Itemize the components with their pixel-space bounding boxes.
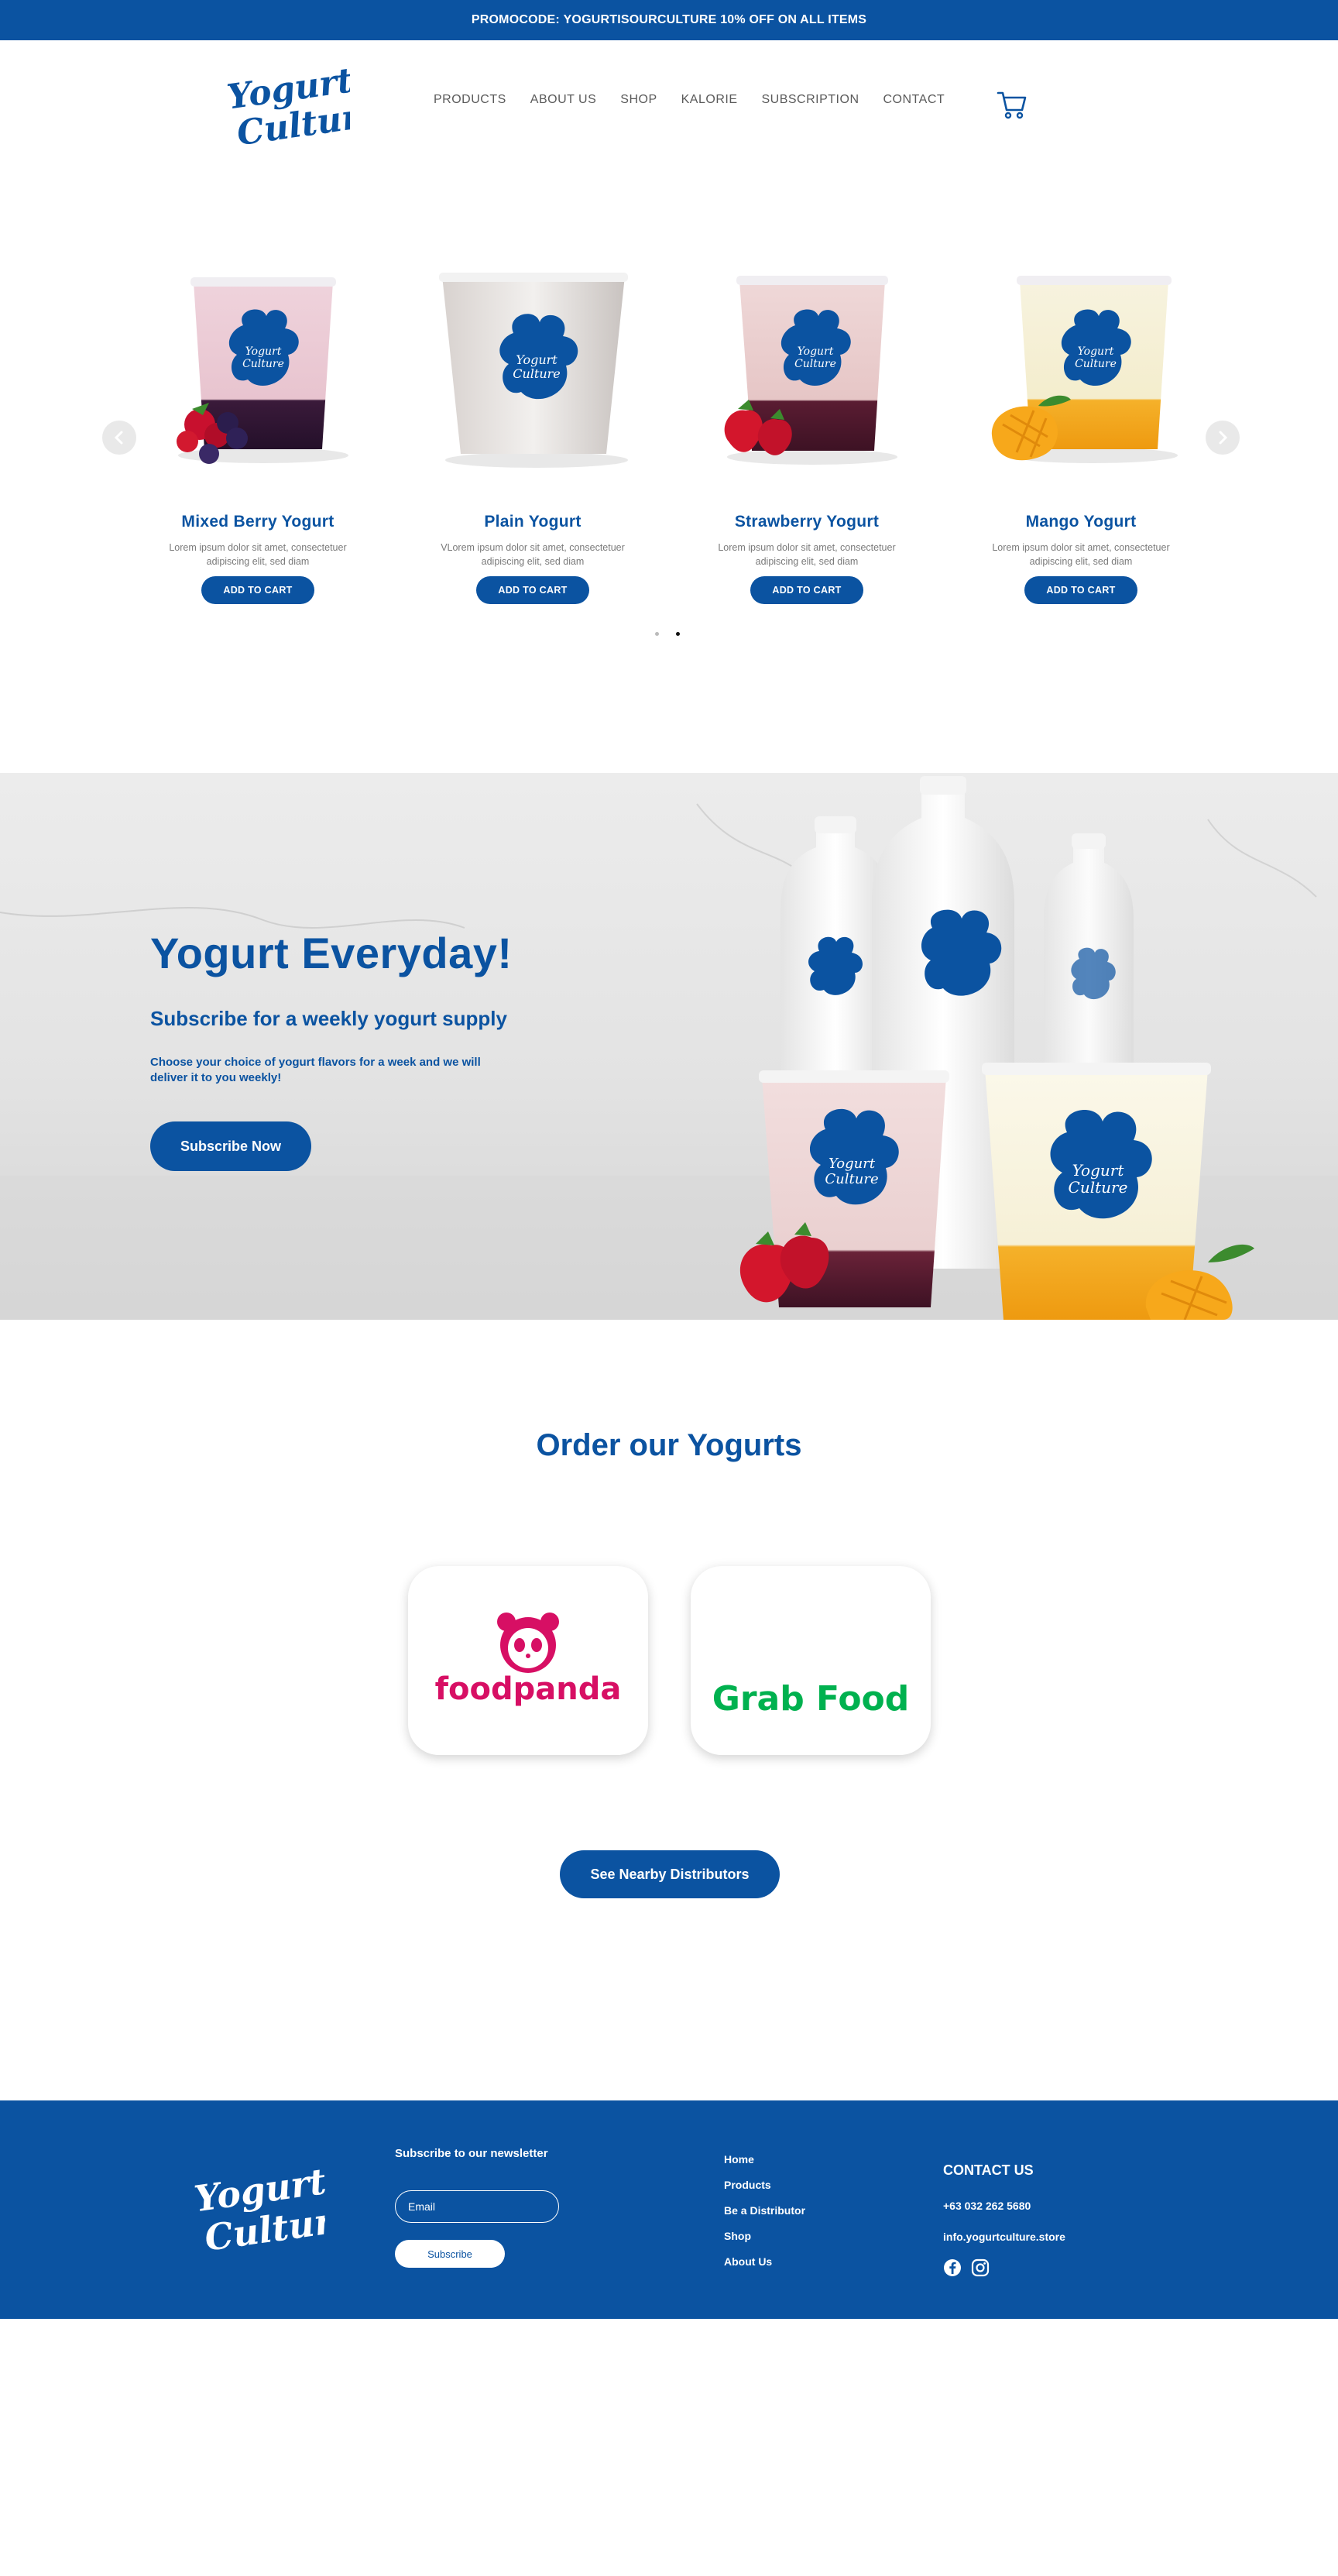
nav-subscription[interactable]: SUBSCRIPTION	[761, 93, 859, 107]
product-image-mango[interactable]: Yogurt Culture	[969, 263, 1193, 472]
svg-text:Culture: Culture	[1075, 358, 1117, 370]
newsletter-title: Subscribe to our newsletter	[395, 2147, 548, 2160]
product-card-mixed-berry: Yogurt Culture Mixed Berry Yogurt Lorem …	[146, 263, 370, 604]
carousel-dot[interactable]	[655, 632, 659, 636]
svg-text:Yogurt: Yogurt	[516, 352, 558, 367]
footer-links: Home Products Be a Distributor Shop Abou…	[724, 2153, 805, 2268]
svg-text:Culture: Culture	[242, 358, 284, 370]
footer-link-about-us[interactable]: About Us	[724, 2255, 805, 2268]
promo-code: YOGURTISOURCULTURE	[563, 13, 717, 26]
footer-logo[interactable]: Yogurt Culture	[194, 2162, 325, 2255]
product-card-strawberry: Yogurt Culture Strawberry Yogurt Lorem i…	[695, 263, 919, 604]
svg-text:Yogurt: Yogurt	[798, 345, 834, 358]
nav-about-us[interactable]: ABOUT US	[530, 93, 597, 107]
carousel-dots	[655, 632, 680, 636]
product-name[interactable]: Strawberry Yogurt	[695, 513, 919, 531]
product-card-plain: Yogurt Culture Plain Yogurt VLorem ipsum…	[420, 263, 645, 604]
foodpanda-wordmark: foodpanda	[435, 1671, 622, 1707]
newsletter-email-input[interactable]	[395, 2190, 559, 2223]
promo-bar: PROMOCODE: YOGURTISOURCULTURE 10% OFF ON…	[0, 0, 1338, 40]
product-name[interactable]: Mixed Berry Yogurt	[146, 513, 370, 531]
contact-phone[interactable]: +63 032 262 5680	[943, 2200, 1031, 2212]
foodpanda-card[interactable]: foodpanda	[408, 1566, 648, 1755]
nav-kalorie[interactable]: KALORIE	[681, 93, 738, 107]
svg-text:Yogurt: Yogurt	[245, 345, 282, 358]
svg-text:Yogurt: Yogurt	[829, 1156, 876, 1172]
hero-text: Choose your choice of yogurt flavors for…	[150, 1056, 481, 1084]
nav-contact[interactable]: CONTACT	[883, 93, 945, 107]
svg-text:Yogurt: Yogurt	[1072, 1161, 1125, 1180]
grabfood-wordmark: Grab Food	[712, 1679, 910, 1719]
subscription-hero: Yogurt Everyday! Subscribe for a weekly …	[0, 773, 1338, 1320]
carousel-next-button[interactable]	[1206, 421, 1240, 455]
nav-products[interactable]: PRODUCTS	[434, 93, 506, 107]
svg-text:Culture: Culture	[825, 1171, 878, 1187]
product-image-plain[interactable]: Yogurt Culture	[420, 263, 645, 472]
product-description: Lorem ipsum dolor sit amet, consectetuer…	[992, 542, 1170, 567]
svg-text:Culture: Culture	[794, 358, 836, 370]
contact-title: CONTACT US	[943, 2162, 1034, 2178]
product-name[interactable]: Plain Yogurt	[420, 513, 645, 531]
product-description: VLorem ipsum dolor sit amet, consectetue…	[441, 542, 625, 567]
svg-text:Culture: Culture	[1069, 1178, 1128, 1197]
carousel-prev-button[interactable]	[102, 421, 136, 455]
chevron-left-icon	[114, 431, 123, 445]
hero-title: Yogurt Everyday!	[150, 929, 513, 977]
order-section-title: Order our Yogurts	[536, 1428, 802, 1462]
product-name[interactable]: Mango Yogurt	[969, 513, 1193, 531]
add-to-cart-button[interactable]: ADD TO CART	[1024, 576, 1137, 604]
footer-link-shop[interactable]: Shop	[724, 2230, 805, 2242]
footer-link-be-a-distributor[interactable]: Be a Distributor	[724, 2204, 805, 2217]
product-image-strawberry[interactable]: Yogurt Culture	[695, 263, 919, 472]
main-nav: PRODUCTS ABOUT US SHOP KALORIE SUBSCRIPT…	[434, 93, 945, 107]
promo-offer: 10% OFF ON ALL ITEMS	[720, 13, 867, 26]
svg-text:Culture: Culture	[513, 366, 561, 381]
carousel-dot-active[interactable]	[676, 632, 680, 636]
grabfood-card[interactable]: Grab Food	[691, 1566, 931, 1755]
subscribe-now-button[interactable]: Subscribe Now	[150, 1121, 311, 1171]
add-to-cart-button[interactable]: ADD TO CART	[750, 576, 863, 604]
yogurt-products-image: Yogurt Culture Yogurt Culture	[739, 776, 1254, 1320]
promo-prefix: PROMOCODE:	[471, 13, 560, 26]
add-to-cart-button[interactable]: ADD TO CART	[476, 576, 589, 604]
add-to-cart-button[interactable]: ADD TO CART	[201, 576, 314, 604]
facebook-icon[interactable]	[943, 2258, 962, 2277]
product-description: Lorem ipsum dolor sit amet, consectetuer…	[718, 542, 896, 567]
social-links	[943, 2258, 990, 2277]
svg-text:Yogurt: Yogurt	[1078, 345, 1114, 358]
newsletter-subscribe-button[interactable]: Subscribe	[395, 2240, 505, 2268]
product-description: Lorem ipsum dolor sit amet, consectetuer…	[169, 542, 347, 567]
cart-icon[interactable]	[996, 88, 1028, 121]
product-image-mixed-berry[interactable]: Yogurt Culture	[146, 263, 370, 472]
logo[interactable]: Yogurt Culture	[225, 60, 383, 153]
see-nearby-distributors-button[interactable]: See Nearby Distributors	[560, 1850, 780, 1898]
footer-link-home[interactable]: Home	[724, 2153, 805, 2166]
contact-email[interactable]: info.yogurtculture.store	[943, 2231, 1065, 2243]
product-card-mango: Yogurt Culture Mango Yogurt Lorem ipsum …	[969, 263, 1193, 604]
instagram-icon[interactable]	[971, 2258, 990, 2277]
grabfood-logo: Grab Food	[712, 1679, 910, 1719]
foodpanda-logo: foodpanda	[435, 1613, 622, 1707]
footer-link-products[interactable]: Products	[724, 2179, 805, 2191]
hero-subtitle: Subscribe for a weekly yogurt supply	[150, 1007, 507, 1030]
chevron-right-icon	[1219, 431, 1228, 445]
nav-shop[interactable]: SHOP	[620, 93, 657, 107]
footer: Yogurt Culture Subscribe to our newslett…	[0, 2100, 1338, 2319]
